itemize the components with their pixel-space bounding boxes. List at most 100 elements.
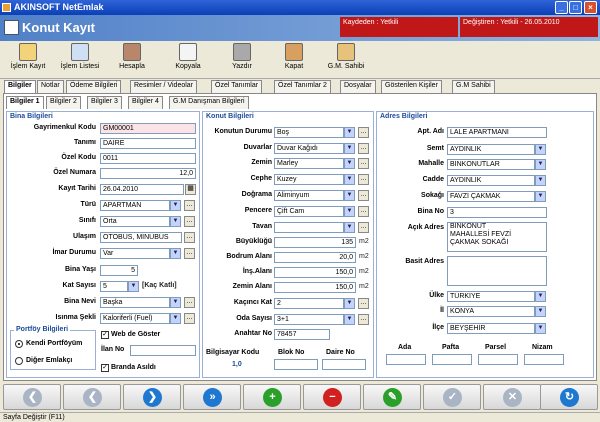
- chevron-down-icon[interactable]: ▼: [344, 314, 355, 325]
- tab-ozel-tanimlar[interactable]: Özel Tanımlar: [211, 80, 263, 93]
- chevron-down-icon[interactable]: ▼: [170, 297, 181, 308]
- calendar-icon[interactable]: ▦: [185, 184, 196, 195]
- chevron-down-icon[interactable]: ▼: [344, 190, 355, 201]
- ada-input[interactable]: [386, 354, 426, 365]
- more-button[interactable]: ...: [358, 190, 369, 201]
- gm-sahibi-button[interactable]: G.M. Sahibi: [322, 43, 370, 77]
- bina-no-input[interactable]: 3: [447, 207, 547, 218]
- chevron-down-icon[interactable]: ▼: [535, 323, 546, 334]
- more-button[interactable]: ...: [358, 143, 369, 154]
- semt-select[interactable]: AYDINLIK: [447, 144, 535, 155]
- ilan-no-input[interactable]: [130, 345, 196, 356]
- ozel-kodu-input[interactable]: 0011: [100, 153, 196, 164]
- tab-odeme[interactable]: Ödeme Bilgileri: [66, 80, 122, 93]
- more-button[interactable]: ...: [184, 297, 195, 308]
- more-button[interactable]: ...: [358, 174, 369, 185]
- tab-bilgiler[interactable]: Bilgiler: [4, 80, 36, 93]
- acik-adres-textarea[interactable]: BİNKONUT MAHALLESİ FEVZİ ÇAKMAK SOKAĞI: [447, 222, 547, 252]
- ulasim-input[interactable]: OTOBÜS, MİNÜBÜS: [100, 232, 182, 243]
- diger-emlakci-radio[interactable]: [15, 357, 23, 365]
- chevron-down-icon[interactable]: ▼: [535, 144, 546, 155]
- kayit-tarihi-input[interactable]: 26.04.2010: [100, 184, 184, 195]
- yazdir-button[interactable]: Yazdır: [222, 43, 262, 77]
- tavan-select[interactable]: [274, 222, 344, 233]
- chevron-down-icon[interactable]: ▼: [170, 313, 181, 324]
- previous-record-button[interactable]: ❮: [63, 384, 121, 410]
- chevron-down-icon[interactable]: ▼: [535, 191, 546, 202]
- dograma-select[interactable]: Aliminyum: [274, 190, 344, 201]
- chevron-down-icon[interactable]: ▼: [344, 174, 355, 185]
- pafta-input[interactable]: [432, 354, 472, 365]
- anahtar-no-input[interactable]: 78457: [274, 329, 330, 340]
- ozel-numara-input[interactable]: 12,0: [100, 168, 196, 179]
- pencere-select[interactable]: Çift Cam: [274, 206, 344, 217]
- sinifi-select[interactable]: Orta: [100, 216, 170, 227]
- duvarlar-select[interactable]: Duvar Kağıdı: [274, 143, 344, 154]
- tab-resimler[interactable]: Resimler / Videolar: [130, 80, 198, 93]
- branda-asildi-checkbox[interactable]: ✓: [101, 364, 109, 372]
- tab-gm-sahibi[interactable]: G.M Sahibi: [452, 80, 495, 93]
- turu-select[interactable]: APARTMAN: [100, 200, 170, 211]
- more-button[interactable]: ...: [358, 222, 369, 233]
- add-record-button[interactable]: +: [243, 384, 301, 410]
- gayrimenkul-kodu-input[interactable]: GM00001: [100, 123, 196, 134]
- bodrum-alani-input[interactable]: 20,0: [274, 252, 356, 263]
- blok-no-input[interactable]: [274, 359, 318, 370]
- maximize-icon[interactable]: □: [569, 1, 582, 14]
- cephe-select[interactable]: Kuzey: [274, 174, 344, 185]
- il-select[interactable]: KONYA: [447, 306, 535, 317]
- subtab-bilgiler-4[interactable]: Bilgiler 4: [128, 96, 163, 109]
- confirm-button[interactable]: ✓: [423, 384, 481, 410]
- islem-listesi-button[interactable]: İşlem Listesi: [54, 43, 106, 77]
- kopyala-button[interactable]: Kopyala: [168, 43, 208, 77]
- more-button[interactable]: ...: [358, 127, 369, 138]
- subtab-bilgiler-1[interactable]: Bilgiler 1: [6, 96, 44, 109]
- tanimi-input[interactable]: DAİRE: [100, 138, 196, 149]
- cadde-select[interactable]: AYDINLIK: [447, 175, 535, 186]
- apt-adi-input[interactable]: LALE APARTMANI: [447, 127, 547, 138]
- sokak-select[interactable]: FAVZİ ÇAKMAK: [447, 191, 535, 202]
- more-button[interactable]: ...: [358, 298, 369, 309]
- chevron-down-icon[interactable]: ▼: [344, 298, 355, 309]
- chevron-down-icon[interactable]: ▼: [535, 291, 546, 302]
- chevron-down-icon[interactable]: ▼: [535, 159, 546, 170]
- more-button[interactable]: ...: [358, 314, 369, 325]
- first-record-button[interactable]: ❮: [3, 384, 61, 410]
- tab-notlar[interactable]: Notlar: [37, 80, 64, 93]
- ulke-select[interactable]: TÜRKİYE: [447, 291, 535, 302]
- isinma-sekli-select[interactable]: Kaloriferli (Fuel): [100, 313, 170, 324]
- parsel-input[interactable]: [478, 354, 518, 365]
- more-button[interactable]: ...: [184, 313, 195, 324]
- more-button[interactable]: ...: [184, 232, 195, 243]
- tab-gosterilen-kisiler[interactable]: Gösterilen Kişiler: [381, 80, 442, 93]
- hesapla-button[interactable]: Hesapla: [112, 43, 152, 77]
- cancel-button[interactable]: ✕: [483, 384, 541, 410]
- kacinci-kat-select[interactable]: 2: [274, 298, 344, 309]
- bina-nevi-select[interactable]: Başka: [100, 297, 170, 308]
- close-icon[interactable]: ×: [584, 1, 597, 14]
- oda-sayisi-select[interactable]: 3+1: [274, 314, 344, 325]
- nizam-input[interactable]: [524, 354, 564, 365]
- subtab-bilgiler-2[interactable]: Bilgiler 2: [46, 96, 81, 109]
- kat-sayisi-select[interactable]: 5: [100, 281, 128, 292]
- edit-record-button[interactable]: ✎: [363, 384, 421, 410]
- next-record-button[interactable]: ❯: [123, 384, 181, 410]
- chevron-down-icon[interactable]: ▼: [170, 216, 181, 227]
- chevron-down-icon[interactable]: ▼: [344, 222, 355, 233]
- tab-dosyalar[interactable]: Dosyalar: [340, 80, 376, 93]
- chevron-down-icon[interactable]: ▼: [344, 127, 355, 138]
- chevron-down-icon[interactable]: ▼: [344, 158, 355, 169]
- ins-alani-input[interactable]: 150,0: [274, 267, 356, 278]
- web-de-goster-checkbox[interactable]: ✓: [101, 331, 109, 339]
- more-button[interactable]: ...: [184, 200, 195, 211]
- subtab-gm-danisman[interactable]: G.M Danışman Bilgileri: [169, 96, 249, 109]
- more-button[interactable]: ...: [358, 158, 369, 169]
- chevron-down-icon[interactable]: ▼: [344, 206, 355, 217]
- imar-durumu-select[interactable]: Var: [100, 248, 170, 259]
- minimize-icon[interactable]: _: [555, 1, 568, 14]
- chevron-down-icon[interactable]: ▼: [128, 281, 139, 292]
- tab-ozel-tanimlar-2[interactable]: Özel Tanımlar 2: [274, 80, 331, 93]
- basit-adres-textarea[interactable]: [447, 256, 547, 286]
- chevron-down-icon[interactable]: ▼: [535, 175, 546, 186]
- last-record-button[interactable]: »: [183, 384, 241, 410]
